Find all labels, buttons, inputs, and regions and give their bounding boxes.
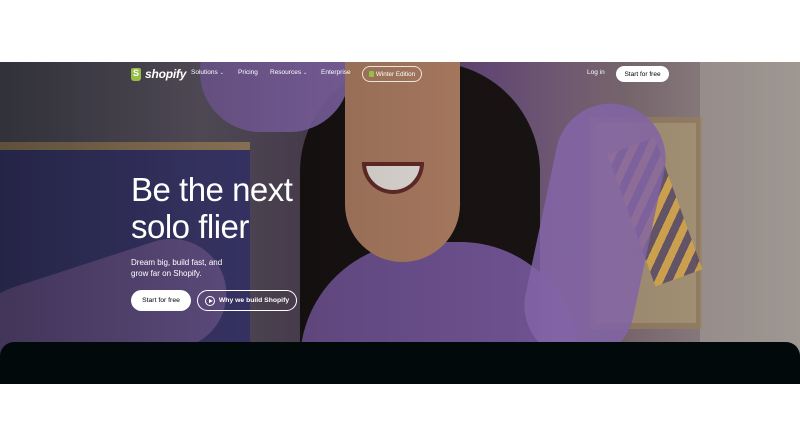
- headline-line-1: Be the next: [131, 171, 293, 208]
- shopify-bag-icon: [131, 67, 141, 81]
- why-we-build-button[interactable]: Why we build Shopify: [197, 290, 297, 311]
- winter-edition-label: Winter Edition: [375, 70, 416, 78]
- nav-item-resources[interactable]: Resources ⌄: [270, 69, 307, 76]
- hero-subtext: Dream big, build fast, and grow far on S…: [131, 258, 223, 278]
- logo-text: shopify: [145, 67, 187, 81]
- play-circle-icon: [204, 295, 215, 306]
- chevron-down-icon: ⌄: [219, 70, 224, 76]
- nav-item-pricing[interactable]: Pricing: [238, 69, 258, 76]
- nav-item-enterprise[interactable]: Enterprise: [321, 69, 351, 76]
- shopify-logo[interactable]: shopify: [131, 67, 186, 81]
- next-section-dark: [0, 342, 800, 384]
- nav-item-label: Pricing: [238, 69, 258, 76]
- start-for-free-button[interactable]: Start for free: [131, 290, 191, 311]
- nav-item-label: Enterprise: [321, 69, 351, 76]
- why-we-build-label: Why we build Shopify: [218, 297, 290, 304]
- shopify-bag-icon: [368, 71, 374, 77]
- nav-item-solutions[interactable]: Solutions ⌄: [191, 69, 224, 76]
- top-navigation: shopify Solutions⌄ Pricing Resources⌄ En…: [0, 62, 800, 88]
- hero-headline: Be the next solo flier: [131, 171, 293, 245]
- hero-background: [0, 62, 800, 384]
- hero-shade-overlay: [0, 62, 800, 384]
- chevron-down-icon: ⌄: [303, 70, 308, 76]
- winter-edition-button[interactable]: Winter Edition: [362, 66, 422, 82]
- nav-start-free-button[interactable]: Start for free: [616, 66, 669, 82]
- login-link[interactable]: Log in: [587, 69, 605, 76]
- nav-item-label: Solutions: [191, 69, 218, 76]
- nav-item-label: Resources: [270, 69, 302, 76]
- headline-line-2: solo flier: [131, 208, 249, 245]
